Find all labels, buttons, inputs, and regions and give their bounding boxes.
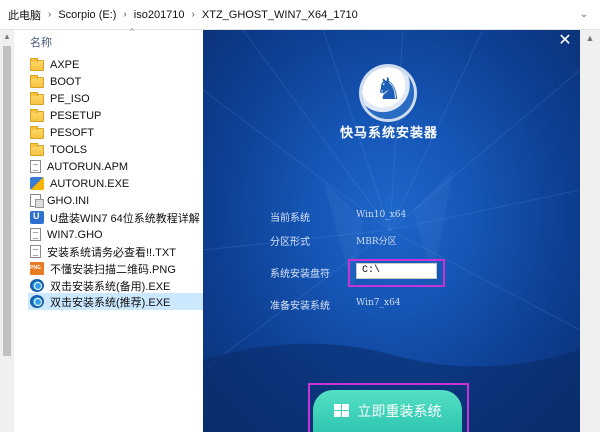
list-item[interactable]: AXPE	[30, 56, 203, 73]
udisk-icon	[30, 211, 44, 224]
chevron-down-icon[interactable]: ⌄	[578, 9, 590, 21]
install-drive-label: 系统安装盘符	[270, 269, 330, 280]
list-item[interactable]: TOOLS	[30, 141, 203, 158]
column-header-label: 名称	[30, 37, 52, 49]
list-item-label: 双击安装系统(备用).EXE	[50, 280, 171, 293]
folder-icon	[30, 57, 44, 71]
folder-icon	[30, 125, 44, 139]
folder-icon	[30, 91, 44, 105]
list-item[interactable]: 安装系统请务必查看!!.TXT	[30, 243, 203, 260]
target-system-value: Win7_x64	[356, 298, 401, 308]
address-bar[interactable]: 此电脑 › Scorpio (E:) › iso201710 › XTZ_GHO…	[0, 0, 600, 30]
list-item-label: AUTORUN.EXE	[50, 177, 130, 190]
settings-file-icon	[30, 194, 44, 208]
column-header-name[interactable]: 名称 ^	[30, 27, 134, 50]
list-item[interactable]: PESETUP	[30, 107, 203, 124]
windows-logo-icon	[333, 404, 350, 418]
list-item-label: BOOT	[50, 75, 82, 88]
sort-up-icon: ^	[130, 27, 134, 36]
breadcrumb-separator: ›	[123, 9, 127, 20]
list-item-label: PE_ISO	[50, 92, 90, 105]
breadcrumb-current-folder[interactable]: XTZ_GHOST_WIN7_X64_1710	[200, 9, 360, 21]
list-item-label: PESETUP	[50, 109, 102, 122]
right-scrollbar[interactable]: ▲	[580, 30, 600, 432]
scroll-up-icon[interactable]: ▲	[580, 30, 600, 46]
folder-icon	[30, 142, 44, 156]
list-item-label: AXPE	[50, 58, 80, 71]
current-system-label: 当前系统	[270, 213, 310, 224]
install-drive-input[interactable]: C:\	[356, 263, 437, 279]
folder-icon	[30, 108, 44, 122]
current-system-value: Win10_x64	[356, 210, 407, 220]
list-item[interactable]: 双击安装系统(备用).EXE	[30, 277, 203, 294]
list-item-label: 不懂安装扫描二维码.PNG	[50, 263, 176, 276]
app-title: 快马系统安装器	[339, 125, 438, 140]
document-icon	[30, 160, 41, 173]
breadcrumb-drive[interactable]: Scorpio (E:)	[56, 9, 118, 21]
breadcrumb-this-pc[interactable]: 此电脑	[6, 7, 43, 23]
png-icon	[30, 262, 44, 275]
breadcrumb-separator: ›	[48, 9, 52, 20]
list-item[interactable]: 不懂安装扫描二维码.PNG	[30, 260, 203, 277]
list-item-label: TOOLS	[50, 143, 88, 156]
list-item-label: WIN7.GHO	[47, 228, 103, 241]
list-item[interactable]: PE_ISO	[30, 90, 203, 107]
list-item[interactable]: BOOT	[30, 73, 203, 90]
installer-window: ✕ 快马系统安装器 当前系统 Win10_x64 分区形式 MBR分区 系统安装…	[203, 30, 580, 432]
folder-icon	[30, 74, 44, 88]
list-item[interactable]: AUTORUN.APM	[30, 158, 203, 175]
document-icon	[30, 228, 41, 241]
reinstall-button[interactable]: 立即重装系统	[313, 390, 462, 432]
list-item-label: 双击安装系统(推荐).EXE	[50, 296, 171, 309]
list-item[interactable]: AUTORUN.EXE	[30, 175, 203, 192]
exe-icon	[30, 177, 44, 190]
list-item[interactable]: WIN7.GHO	[30, 226, 203, 243]
list-item-label: GHO.INI	[47, 194, 90, 207]
list-item[interactable]: U盘装WIN7 64位系统教程详解	[30, 209, 203, 226]
list-item-label: PESOFT	[50, 126, 95, 139]
text-file-icon	[30, 245, 41, 258]
left-scrollbar[interactable]: ▲	[0, 30, 14, 432]
list-item[interactable]: GHO.INI	[30, 192, 203, 209]
list-item[interactable]: PESOFT	[30, 124, 203, 141]
partition-type-value: MBR分区	[356, 237, 397, 247]
app-icon	[30, 279, 44, 292]
reinstall-button-label: 立即重装系统	[357, 403, 442, 419]
breadcrumb-separator: ›	[191, 9, 195, 20]
target-system-label: 准备安装系统	[270, 301, 330, 312]
partition-type-label: 分区形式	[270, 237, 310, 248]
scrollbar-thumb[interactable]	[3, 46, 11, 356]
list-item-label: 安装系统请务必查看!!.TXT	[47, 246, 176, 259]
breadcrumb-folder[interactable]: iso201710	[132, 9, 187, 21]
horse-logo-icon	[362, 67, 414, 119]
app-icon	[30, 295, 44, 308]
list-item-label: U盘装WIN7 64位系统教程详解	[50, 212, 200, 225]
scroll-up-icon[interactable]: ▲	[0, 30, 14, 44]
close-icon[interactable]: ✕	[554, 30, 576, 52]
list-item-label: AUTORUN.APM	[47, 160, 129, 173]
list-item-selected[interactable]: 双击安装系统(推荐).EXE	[28, 293, 203, 310]
